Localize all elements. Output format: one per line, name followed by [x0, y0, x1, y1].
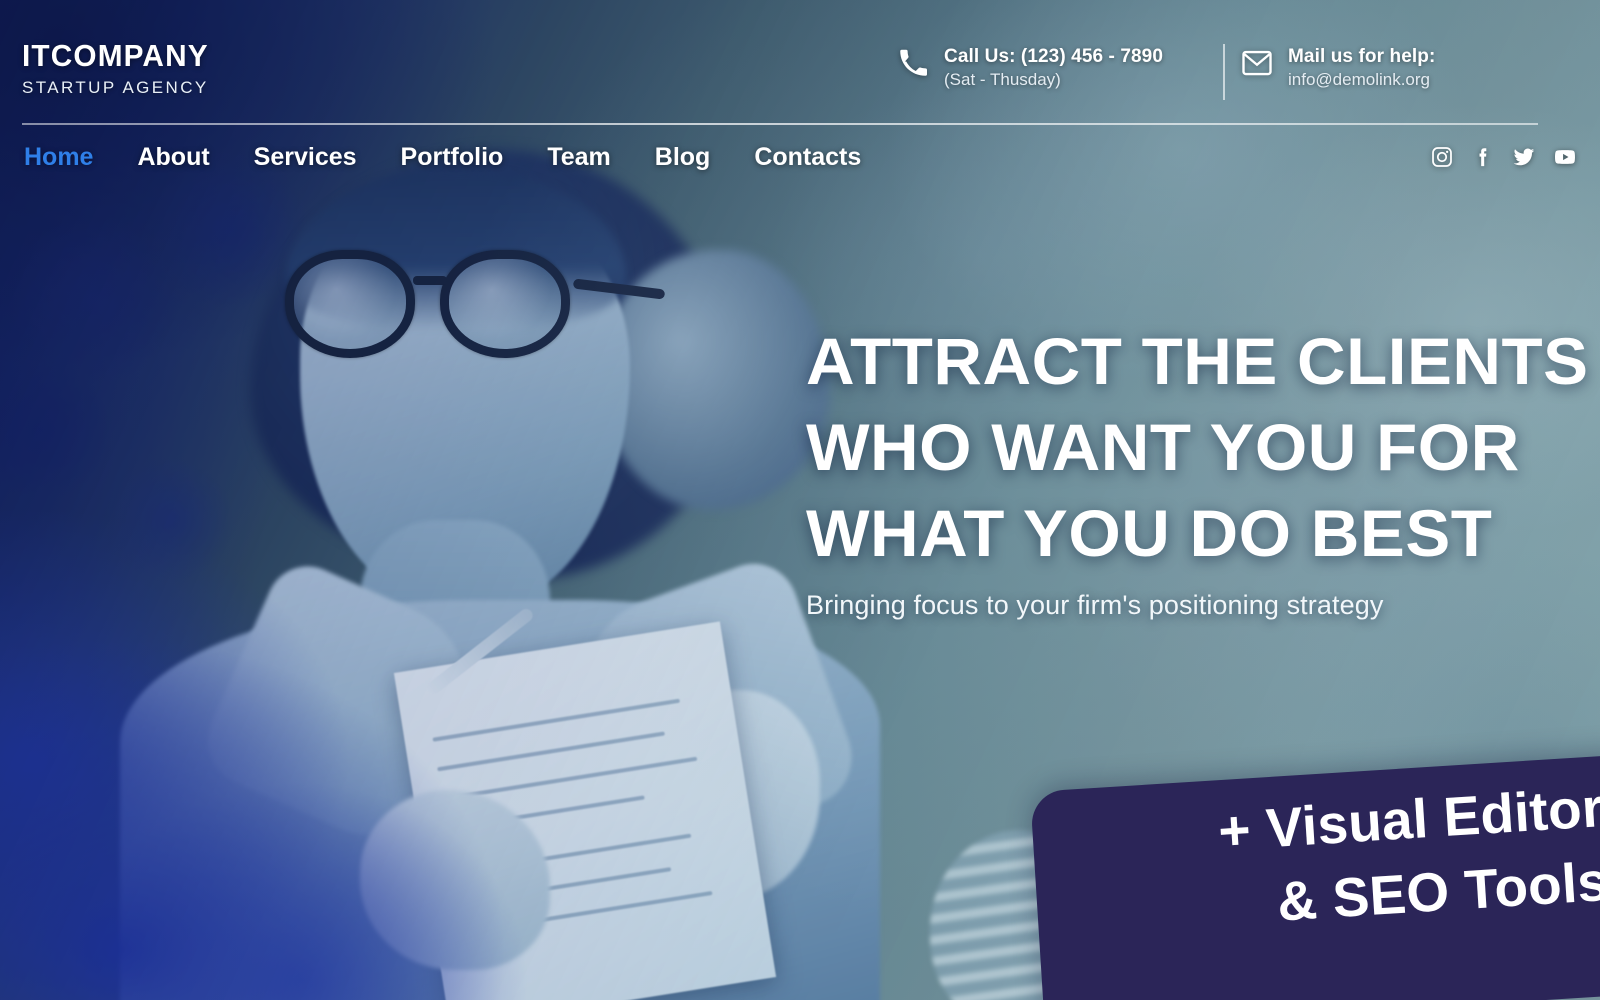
phone-icon [898, 48, 928, 78]
facebook-icon[interactable] [1472, 146, 1494, 168]
header-phone-block[interactable]: Call Us: (123) 456 - 7890 (Sat - Thusday… [898, 44, 1163, 92]
twitter-icon[interactable] [1513, 146, 1535, 168]
mail-address: info@demolink.org [1288, 70, 1430, 90]
logo-title: ITCOMPANY [22, 38, 209, 73]
instagram-icon[interactable] [1431, 146, 1453, 168]
hero-headline-line-3: WHAT YOU DO BEST [806, 496, 1493, 570]
hero-copy: ATTRACT THE CLIENTS WHO WANT YOU FOR WHA… [806, 318, 1588, 621]
youtube-icon[interactable] [1554, 146, 1576, 168]
header-mail-block[interactable]: Mail us for help: info@demolink.org [1242, 44, 1435, 92]
site-logo[interactable]: ITCOMPANY STARTUP AGENCY [22, 40, 217, 98]
hero-headline-line-1: ATTRACT THE CLIENTS [806, 324, 1589, 398]
nav-item-team[interactable]: Team [525, 143, 632, 172]
nav-item-portfolio[interactable]: Portfolio [379, 143, 526, 172]
mail-text-block: Mail us for help: info@demolink.org [1288, 44, 1435, 92]
header-separator [1223, 44, 1225, 100]
nav-item-contacts[interactable]: Contacts [732, 143, 883, 172]
phone-number: Call Us: (123) 456 - 7890 [944, 46, 1164, 67]
nav-item-about[interactable]: About [115, 143, 231, 172]
main-navigation: Home About Services Portfolio Team Blog … [18, 143, 883, 172]
nav-item-home[interactable]: Home [18, 143, 115, 172]
social-links [1431, 146, 1576, 168]
mail-label: Mail us for help: [1288, 46, 1436, 67]
hero-subheadline: Bringing focus to your firm's positionin… [806, 590, 1384, 620]
envelope-icon [1242, 48, 1272, 78]
nav-item-services[interactable]: Services [232, 143, 379, 172]
phone-text-block: Call Us: (123) 456 - 7890 (Sat - Thusday… [944, 44, 1163, 92]
header-divider [22, 123, 1538, 125]
nav-item-blog[interactable]: Blog [633, 143, 733, 172]
hero-headline-line-2: WHO WANT YOU FOR [806, 410, 1520, 484]
phone-hours: (Sat - Thusday) [944, 70, 1061, 90]
logo-subtitle: STARTUP AGENCY [22, 78, 209, 97]
